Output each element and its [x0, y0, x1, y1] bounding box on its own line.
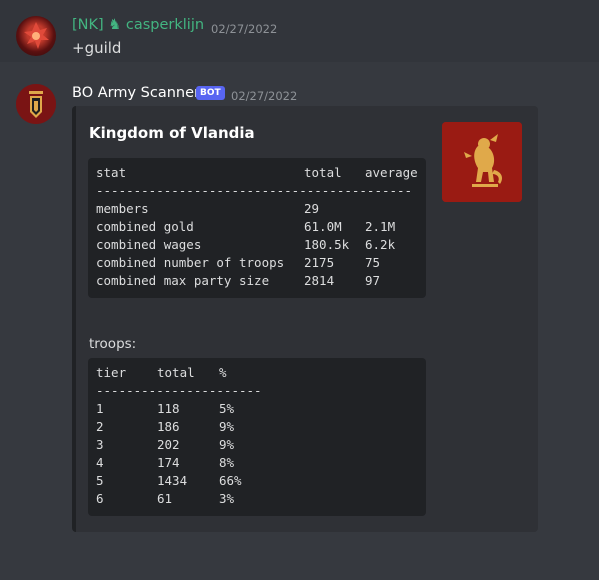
troop-percent: 3%	[219, 491, 235, 506]
stats-header-average: average	[365, 165, 418, 180]
troop-tier: 4	[96, 455, 104, 470]
table-row: 4 174 8%	[96, 454, 234, 472]
lion-icon	[442, 122, 522, 202]
stats-header-row: stat total average	[96, 164, 418, 182]
stats-header-stat: stat	[96, 165, 127, 180]
troop-percent: 8%	[219, 455, 235, 470]
troops-header-tier: tier	[96, 365, 127, 380]
stat-total: 180.5k	[304, 237, 350, 252]
table-row: combined gold 61.0M 2.1M	[96, 218, 395, 236]
stat-name: combined wages	[96, 237, 202, 252]
table-row: combined max party size 2814 97	[96, 272, 380, 290]
table-row: 5 1434 66%	[96, 472, 242, 490]
troop-total: 1434	[157, 473, 188, 488]
stats-header-total: total	[304, 165, 342, 180]
stat-total: 2814	[304, 273, 335, 288]
troop-percent: 66%	[219, 473, 242, 488]
troops-header-row: tier total %	[96, 364, 227, 382]
troop-tier: 2	[96, 419, 104, 434]
troop-tier: 5	[96, 473, 104, 488]
troop-total: 61	[157, 491, 173, 506]
table-row: 6 61 3%	[96, 490, 234, 508]
troops-codeblock: tier total % ---------------------- 1 11…	[88, 358, 426, 516]
troop-tier: 1	[96, 401, 104, 416]
table-row: combined number of troops 2175 75	[96, 254, 380, 272]
table-row: members 29	[96, 200, 319, 218]
stats-codeblock: stat total average ---------------------…	[88, 158, 426, 298]
stat-total: 61.0M	[304, 219, 342, 234]
vlandia-banner-icon	[16, 84, 56, 124]
troop-total: 174	[157, 455, 180, 470]
message1-content: +guild	[72, 39, 122, 57]
message1-timestamp: 02/27/2022	[211, 22, 278, 36]
troop-total: 118	[157, 401, 180, 416]
troop-tier: 6	[96, 491, 104, 506]
stats-divider: ----------------------------------------…	[96, 183, 413, 198]
embed-thumbnail[interactable]	[442, 122, 522, 202]
stat-name: combined gold	[96, 219, 194, 234]
message2-timestamp: 02/27/2022	[231, 89, 298, 103]
troop-total: 186	[157, 419, 180, 434]
stat-name: combined number of troops	[96, 255, 285, 270]
bot-avatar[interactable]	[16, 84, 56, 124]
message1-username[interactable]: [NK] ♞ casperklijn	[72, 17, 204, 33]
troops-header-percent: %	[219, 365, 227, 380]
stat-total: 29	[304, 201, 320, 216]
troop-total: 202	[157, 437, 180, 452]
stat-total: 2175	[304, 255, 335, 270]
stat-name: combined max party size	[96, 273, 270, 288]
bot-tag: BOT	[196, 86, 225, 100]
troops-divider: ----------------------	[96, 383, 262, 398]
troop-percent: 9%	[219, 437, 235, 452]
user-avatar-casperklijn[interactable]	[16, 16, 56, 56]
troop-percent: 5%	[219, 401, 235, 416]
troops-label: troops:	[89, 336, 137, 352]
table-row: 3 202 9%	[96, 436, 234, 454]
stat-name: members	[96, 201, 149, 216]
stat-average: 97	[365, 273, 381, 288]
stat-average: 2.1M	[365, 219, 396, 234]
stat-average: 75	[365, 255, 381, 270]
troops-header-total: total	[157, 365, 195, 380]
embed-title: Kingdom of Vlandia	[89, 124, 255, 142]
table-row: combined wages 180.5k 6.2k	[96, 236, 395, 254]
dragon-icon	[24, 22, 49, 49]
table-row: 2 186 9%	[96, 418, 234, 436]
troop-tier: 3	[96, 437, 104, 452]
troop-percent: 9%	[219, 419, 235, 434]
stat-average: 6.2k	[365, 237, 396, 252]
bot-username[interactable]: BO Army Scanner	[72, 85, 200, 101]
table-row: 1 118 5%	[96, 400, 234, 418]
